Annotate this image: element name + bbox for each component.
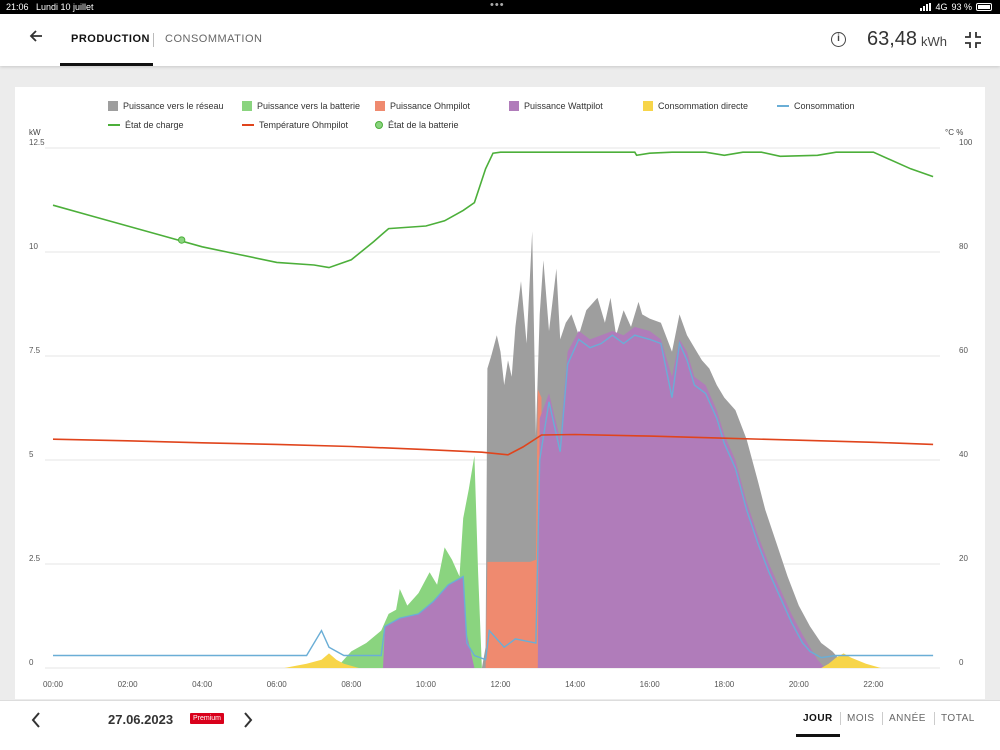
x-tick-label: 14:00 [565,680,586,689]
y-left-tick-label: 12.5 [29,138,45,147]
total-energy-unit: kWh [921,34,947,49]
y-left-tick-label: 10 [29,242,38,251]
network-type: 4G [935,2,948,12]
current-date[interactable]: 27.06.2023 [108,712,173,727]
x-tick-label: 06:00 [267,680,288,689]
chart-card: Puissance vers le réseau Puissance vers … [15,87,985,699]
x-tick-label: 12:00 [490,680,511,689]
x-tick-label: 18:00 [714,680,735,689]
period-jour-indicator [796,734,840,737]
x-tick-label: 04:00 [192,680,213,689]
back-arrow-icon[interactable] [28,28,48,50]
period-separator [840,712,841,725]
y-left-tick-label: 2.5 [29,554,41,563]
x-tick-label: 08:00 [341,680,362,689]
tab-separator [153,33,154,47]
y-left-tick-label: 5 [29,450,34,459]
premium-badge: Premium [190,713,225,724]
status-right: 4G 93 % [920,2,992,12]
period-total[interactable]: TOTAL [941,713,975,724]
x-tick-label: 10:00 [416,680,437,689]
period-separator [934,712,935,725]
tab-consommation[interactable]: CONSOMMATION [165,33,262,45]
date-navigation-bar: 27.06.2023 Premium JOUR MOIS ANNÉE TOTAL [0,700,1000,750]
tab-production[interactable]: PRODUCTION [71,33,150,45]
period-jour[interactable]: JOUR [803,713,833,724]
app-header: PRODUCTION CONSOMMATION i 63,48 kWh [0,14,1000,66]
y-right-tick-label: 20 [959,554,968,563]
total-energy-value: 63,48 [867,28,918,50]
signal-icon [920,3,932,11]
y-left-tick-label: 0 [29,658,34,667]
battery-state-marker [177,236,186,244]
x-tick-label: 16:00 [640,680,661,689]
status-bar: 21:06 Lundi 10 juillet ••• 4G 93 % [0,0,1000,14]
y-right-tick-label: 60 [959,346,968,355]
y-right-tick-label: 80 [959,242,968,251]
period-separator [882,712,883,725]
battery-percent: 93 % [951,2,972,12]
status-date: Lundi 10 juillet [36,2,94,12]
period-mois[interactable]: MOIS [847,713,875,724]
y-right-tick-label: 0 [959,658,964,667]
multitask-dots-icon[interactable]: ••• [490,0,505,11]
x-tick-label: 00:00 [43,680,64,689]
y-left-tick-label: 7.5 [29,346,41,355]
x-tick-label: 22:00 [863,680,884,689]
period-annee[interactable]: ANNÉE [889,713,926,724]
battery-icon [976,3,992,11]
next-day-chevron-icon[interactable] [242,711,254,734]
tab-production-indicator [60,63,153,66]
x-tick-label: 20:00 [789,680,810,689]
chart-svg[interactable]: 0 0 2.5 20 5 40 7.5 60 10 80 12.5 100 00:00 02:00 04:0… [15,87,985,699]
y-right-tick-label: 100 [959,138,973,147]
line-etat-de-charge [52,151,934,269]
info-icon[interactable]: i [831,32,846,47]
previous-day-chevron-icon[interactable] [30,711,42,734]
status-time: 21:06 [6,2,29,12]
x-tick-label: 02:00 [118,680,139,689]
y-right-tick-label: 40 [959,450,968,459]
collapse-icon[interactable] [964,31,982,49]
